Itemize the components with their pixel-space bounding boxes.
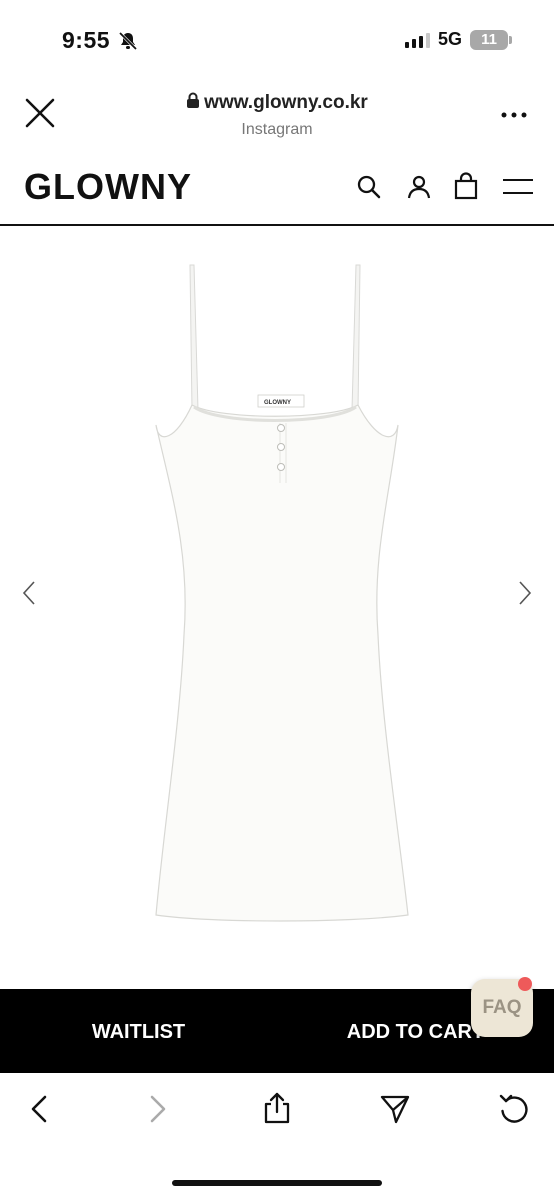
chevron-left-icon bbox=[22, 581, 35, 605]
reload-button[interactable] bbox=[492, 1087, 536, 1131]
forward-button[interactable] bbox=[136, 1087, 180, 1131]
reload-icon bbox=[499, 1094, 528, 1123]
back-icon bbox=[31, 1095, 47, 1123]
garment-label-text: GLOWNY bbox=[264, 400, 291, 406]
url-text: www.glowny.co.kr bbox=[204, 92, 368, 113]
url-bar[interactable]: www.glowny.co.kr bbox=[0, 92, 554, 114]
menu-icon[interactable] bbox=[502, 176, 534, 198]
battery-icon: 11 bbox=[470, 29, 512, 50]
silent-bell-icon bbox=[118, 31, 138, 51]
site-logo[interactable]: GLOWNY bbox=[24, 166, 192, 208]
share-icon bbox=[264, 1092, 290, 1124]
shopping-bag-icon[interactable] bbox=[453, 172, 479, 200]
status-indicators: 5G 11 bbox=[404, 29, 512, 50]
status-time: 9:55 bbox=[62, 27, 111, 53]
forward-icon bbox=[150, 1095, 166, 1123]
more-icon[interactable] bbox=[500, 106, 528, 124]
send-button[interactable] bbox=[373, 1087, 417, 1131]
product-image: GLOWNY bbox=[155, 264, 409, 922]
send-icon bbox=[380, 1095, 410, 1124]
waitlist-button[interactable]: WAITLIST bbox=[0, 1021, 277, 1044]
source-label: Instagram bbox=[241, 121, 313, 138]
notification-dot bbox=[518, 977, 532, 991]
search-icon[interactable] bbox=[356, 174, 382, 200]
account-icon[interactable] bbox=[406, 174, 432, 200]
chevron-right-icon bbox=[519, 581, 532, 605]
lock-icon bbox=[187, 92, 200, 108]
back-button[interactable] bbox=[17, 1087, 61, 1131]
share-button[interactable] bbox=[255, 1086, 299, 1130]
network-type: 5G bbox=[437, 29, 462, 49]
next-image-button[interactable] bbox=[510, 573, 540, 613]
prev-image-button[interactable] bbox=[14, 573, 44, 613]
home-indicator bbox=[172, 1180, 382, 1186]
signal-icon bbox=[404, 32, 430, 48]
